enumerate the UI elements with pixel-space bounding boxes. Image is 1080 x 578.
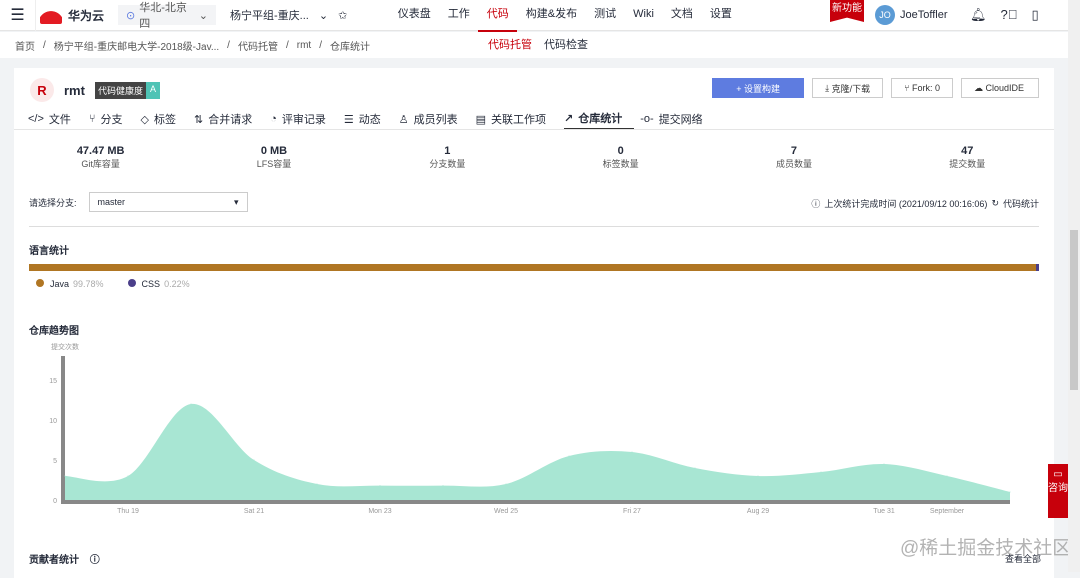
consult-button[interactable]: ▭ 咨询 <box>1048 464 1068 518</box>
data-point <box>883 463 885 465</box>
x-tick-label: Tue 31 <box>873 508 895 515</box>
x-tick-label: Wed 25 <box>494 508 518 515</box>
x-tick-label: Mon 23 <box>368 508 391 515</box>
x-axis <box>61 500 1010 504</box>
data-point <box>568 455 570 457</box>
data-point <box>442 485 444 487</box>
y-tick-label: 15 <box>49 378 57 385</box>
x-tick-label: September <box>930 508 965 515</box>
y-tick-label: 10 <box>49 418 57 425</box>
x-tick-label: Aug 29 <box>747 508 769 515</box>
x-tick-label: Fri 27 <box>623 508 641 515</box>
data-point <box>253 459 255 461</box>
data-point <box>505 483 507 485</box>
data-point <box>694 467 696 469</box>
data-point <box>820 471 822 473</box>
data-point <box>946 475 948 477</box>
y-axis <box>61 356 65 504</box>
x-tick-label: Sat 21 <box>244 508 264 515</box>
data-point <box>631 451 633 453</box>
data-point <box>127 475 129 477</box>
area-series <box>65 403 1010 500</box>
chat-icon: ▭ <box>1053 469 1063 480</box>
y-axis-label: 提交次数 <box>51 342 79 351</box>
view-all-link[interactable]: 查看全部 <box>1005 552 1041 565</box>
x-tick-label: Thu 19 <box>117 508 139 515</box>
data-point <box>64 475 66 477</box>
watermark: @稀土掘金技术社区 <box>900 538 1072 559</box>
data-point <box>757 475 759 477</box>
scrollbar[interactable] <box>1068 0 1080 572</box>
data-point <box>379 485 381 487</box>
data-point <box>190 403 192 405</box>
data-point <box>316 483 318 485</box>
data-point <box>1009 491 1011 493</box>
y-tick-label: 5 <box>53 458 57 465</box>
y-tick-label: 0 <box>53 498 57 505</box>
trend-chart: 提交次数 0 5 10 15 Thu 19 Sat 21 Mon 23 Wed 25 Fri 27… <box>49 342 1011 515</box>
